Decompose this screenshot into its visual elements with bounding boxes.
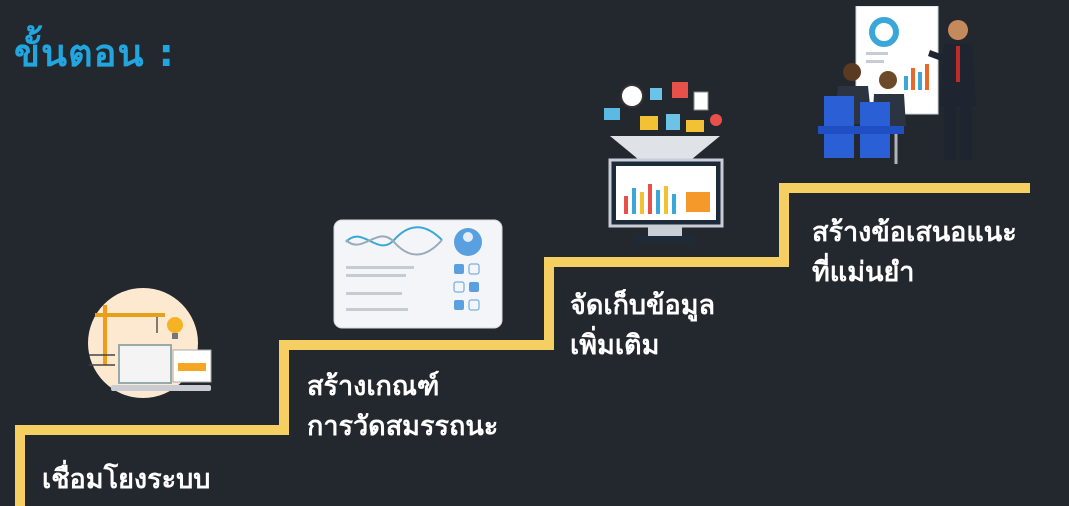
step-label-1: เชื่อมโยงระบบ — [42, 460, 210, 500]
profile-dashboard-illustration — [333, 219, 503, 329]
step-4-line-1: สร้างข้อเสนอแนะ — [812, 217, 1017, 248]
step-label-4: สร้างข้อเสนอแนะ ที่แม่นยำ — [812, 213, 1017, 293]
step-label-3: จัดเก็บข้อมูล เพิ่มเติม — [570, 286, 715, 366]
step-2-line-2: การวัดสมรรถนะ — [307, 411, 499, 442]
data-funnel-monitor-illustration — [604, 82, 724, 242]
step-2-line-1: สร้างเกณฑ์ — [307, 371, 440, 402]
presentation-meeting-illustration — [818, 6, 976, 164]
step-4-line-2: ที่แม่นยำ — [812, 257, 915, 288]
step-3-line-2: เพิ่มเติม — [570, 330, 660, 361]
construction-laptop-illustration — [88, 288, 212, 398]
step-1-line-1: เชื่อมโยงระบบ — [42, 464, 211, 495]
step-label-2: สร้างเกณฑ์ การวัดสมรรถนะ — [307, 367, 498, 447]
step-3-line-1: จัดเก็บข้อมูล — [570, 290, 716, 321]
